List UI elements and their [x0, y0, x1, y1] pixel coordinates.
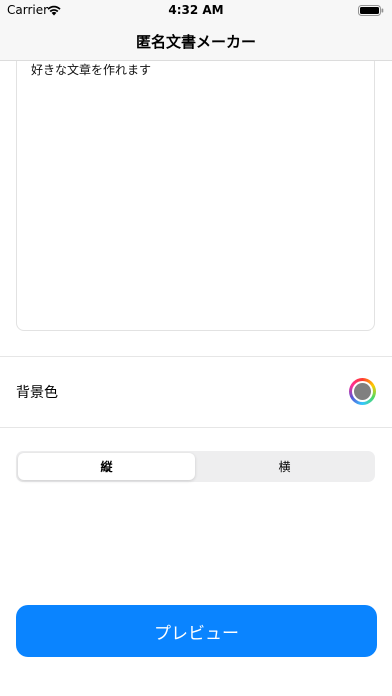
navigation-bar: 匿名文書メーカー: [0, 22, 392, 61]
background-color-label: 背景色: [16, 385, 58, 401]
background-color-row: 背景色: [0, 357, 392, 427]
segment-vertical[interactable]: 縦: [18, 453, 195, 480]
divider: [0, 427, 392, 428]
document-text: 好きな文章を作れます: [31, 63, 152, 77]
page-title: 匿名文書メーカー: [135, 33, 256, 51]
document-text-area[interactable]: 好きな文章を作れます: [16, 54, 375, 331]
color-well-ring: [352, 381, 373, 402]
status-bar: Carrier 4:32 AM: [0, 0, 392, 22]
status-time: 4:32 AM: [168, 3, 224, 17]
battery-icon: [358, 5, 384, 16]
color-picker-well[interactable]: [349, 378, 376, 405]
preview-button[interactable]: プレビュー: [16, 605, 377, 657]
segment-horizontal[interactable]: 横: [196, 453, 373, 480]
orientation-segmented-control: 縦 横: [16, 451, 375, 482]
color-swatch: [354, 383, 371, 400]
